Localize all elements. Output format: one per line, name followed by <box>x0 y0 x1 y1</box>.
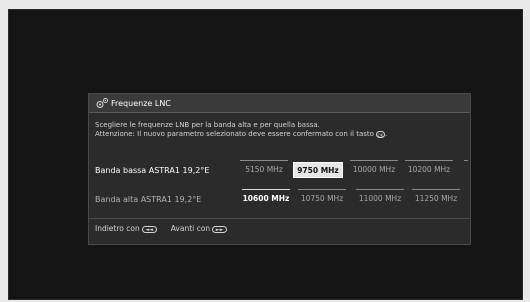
back-hint-label: Indietro con <box>95 224 140 233</box>
high-band-option[interactable]: 11000 MHz <box>355 189 405 207</box>
high-band-option-current[interactable]: 10600 MHz <box>241 189 291 207</box>
fast-forward-key-icon: ►► <box>212 225 228 233</box>
high-band-option-label: 10750 MHz <box>300 194 344 203</box>
high-band-label: Banda alta ASTRA1 19,2°E <box>95 195 202 204</box>
dialog-header: Frequenze LNC <box>89 94 470 113</box>
lnb-frequency-dialog: Frequenze LNC Scegliere le frequenze LNB… <box>88 93 471 245</box>
ok-key-icon: OK <box>375 130 385 138</box>
more-options-indicator <box>464 160 468 161</box>
dialog-title: Frequenze LNC <box>111 99 171 108</box>
footer-divider <box>89 218 470 219</box>
high-band-option-label: 10600 MHz <box>242 194 290 203</box>
rewind-key-icon: ◄◄ <box>141 225 157 233</box>
low-band-option-label: 10000 MHz <box>352 165 396 174</box>
settings-gears-icon <box>96 98 108 108</box>
instruction-text-1: Scegliere le frequenze LNB per la banda … <box>95 121 320 129</box>
instruction-text-2: Attenzione: Il nuovo parametro seleziona… <box>95 130 388 138</box>
high-band-option-label: 11000 MHz <box>358 194 402 203</box>
high-band-option[interactable]: 10750 MHz <box>297 189 347 207</box>
low-band-option[interactable]: 5150 MHz <box>239 160 289 178</box>
high-band-option-label: 11250 MHz <box>414 194 458 203</box>
next-hint-label: Avanti con <box>170 224 211 233</box>
instruction-text-2-content: Attenzione: Il nuovo parametro seleziona… <box>95 130 374 138</box>
next-hint[interactable]: Avanti con ►► <box>170 224 228 233</box>
dialog-footer: Indietro con ◄◄ Avanti con ►► <box>95 224 228 234</box>
back-hint[interactable]: Indietro con ◄◄ <box>95 224 157 233</box>
high-band-option[interactable]: 11250 MHz <box>411 189 461 207</box>
low-band-option-label: 9750 MHz <box>297 166 339 175</box>
low-band-option[interactable]: 10200 MHz <box>404 160 454 178</box>
low-band-label: Banda bassa ASTRA1 19,2°E <box>95 166 210 175</box>
tv-screen: Frequenze LNC Scegliere le frequenze LNB… <box>8 9 523 300</box>
low-band-option[interactable]: 10000 MHz <box>349 160 399 178</box>
low-band-option-label: 10200 MHz <box>407 165 451 174</box>
low-band-option-selected[interactable]: 9750 MHz <box>293 162 343 178</box>
low-band-option-label: 5150 MHz <box>245 165 283 174</box>
